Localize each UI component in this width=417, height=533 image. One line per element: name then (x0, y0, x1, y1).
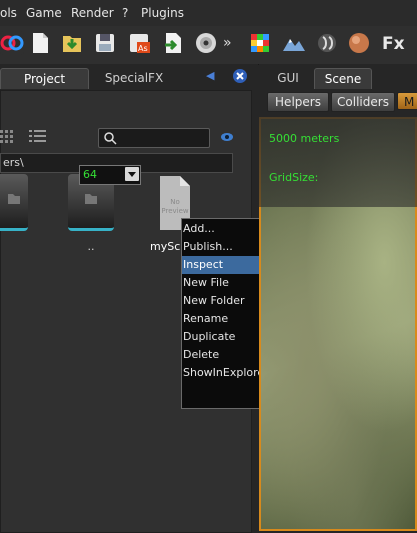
search-icon (104, 132, 117, 145)
export-icon[interactable] (161, 31, 185, 55)
scroll-left-icon[interactable]: ◀ (206, 69, 214, 82)
scene-panel: GUI Scene Helpers Colliders M 5000 meter… (259, 64, 417, 531)
more-tab-button[interactable]: M (397, 92, 417, 110)
tab-gui[interactable]: GUI (268, 68, 308, 88)
gridsize-label: GridSize: (269, 171, 319, 184)
menu-plugins[interactable]: Plugins (141, 6, 184, 20)
gridsize-select[interactable]: 64 (79, 165, 141, 185)
cube-icon[interactable] (248, 31, 272, 55)
folder-icon (85, 194, 97, 204)
eye-icon[interactable] (220, 131, 234, 143)
import-icon[interactable] (60, 31, 84, 55)
save-icon[interactable] (93, 31, 117, 55)
gridsize-value: 64 (83, 168, 97, 181)
no-preview-text: No Preview (161, 198, 189, 215)
new-file-icon[interactable] (28, 31, 52, 55)
grid-view-icon[interactable] (0, 130, 16, 144)
fx-icon[interactable]: Fx (382, 34, 405, 54)
terrain-icon[interactable] (282, 31, 306, 55)
toolbar-overflow-icon[interactable]: » (223, 35, 232, 51)
search-input[interactable] (98, 128, 210, 148)
toolbar: As » Fx (0, 26, 417, 65)
menu-bar: ols Game Render ? Plugins (0, 0, 417, 26)
tab-scene[interactable]: Scene (314, 68, 372, 89)
sphere-icon[interactable] (347, 31, 371, 55)
helpers-button[interactable]: Helpers (267, 92, 329, 112)
scene-overlay (259, 117, 417, 207)
list-view-icon[interactable] (29, 129, 47, 145)
file-label: .. (87, 240, 95, 253)
close-icon[interactable] (233, 69, 247, 83)
folder-icon (8, 194, 20, 204)
path-text: ers\ (3, 156, 24, 169)
tab-specialfx[interactable]: SpecialFX (90, 68, 178, 88)
distance-readout: 5000 meters (269, 132, 340, 145)
tab-project[interactable]: Project (0, 68, 89, 89)
menu-game[interactable]: Game (26, 6, 62, 20)
link-icon[interactable] (0, 31, 24, 55)
disc-icon[interactable] (194, 31, 218, 55)
save-as-icon[interactable]: As (127, 31, 151, 55)
svg-text:As: As (138, 44, 148, 53)
chevron-down-icon[interactable] (125, 167, 139, 181)
material-icon[interactable] (315, 31, 339, 55)
folder-item[interactable] (0, 174, 28, 231)
menu-render[interactable]: Render (71, 6, 114, 20)
colliders-button[interactable]: Colliders (331, 92, 395, 112)
menu-help[interactable]: ? (122, 6, 128, 20)
menu-tools[interactable]: ols (0, 6, 17, 20)
